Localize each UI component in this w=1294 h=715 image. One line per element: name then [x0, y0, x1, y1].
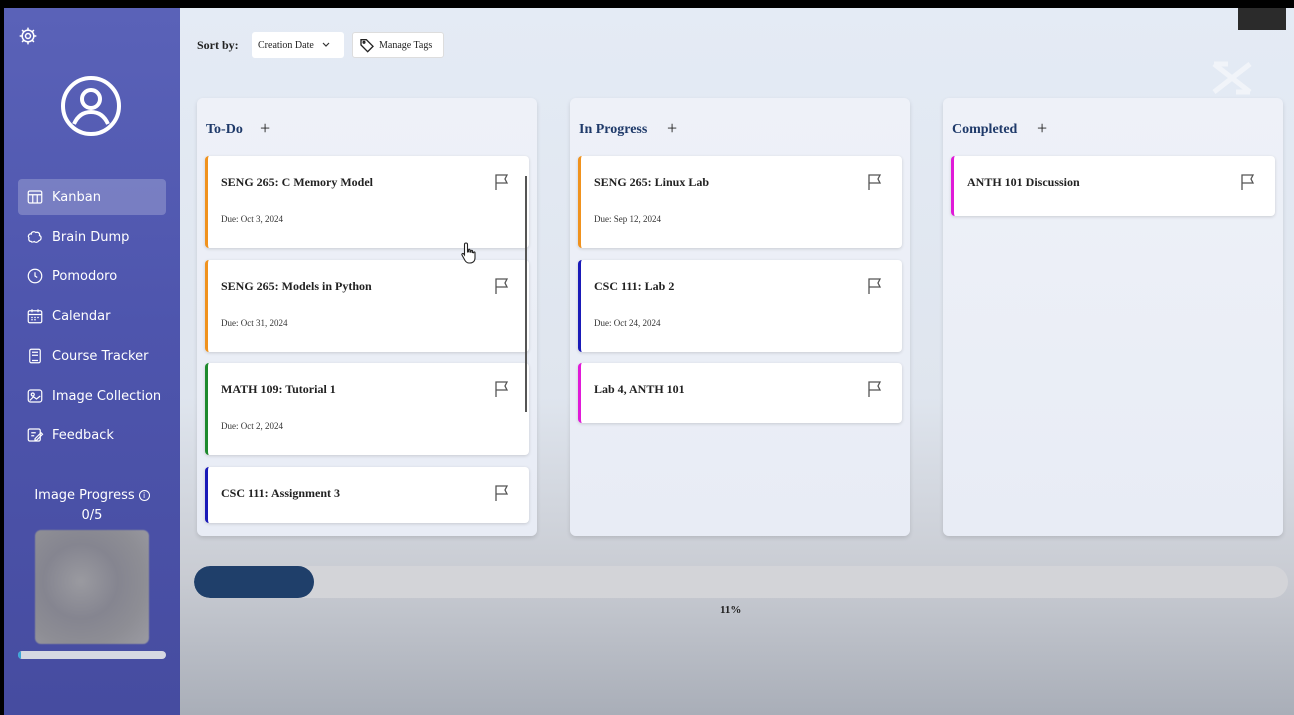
app-window: Kanban Brain Dump Pomodoro Calendar Cour…: [4, 8, 1294, 715]
flag-icon[interactable]: [494, 277, 510, 295]
card-due-date: Due: Oct 2, 2024: [221, 421, 283, 431]
brain-icon: [27, 231, 42, 243]
sidebar-item-label: Image Collection: [52, 388, 162, 404]
add-card-button[interactable]: +: [667, 118, 677, 139]
flag-icon[interactable]: [867, 380, 883, 398]
calendar-icon: [27, 309, 43, 324]
sort-select-value: Creation Date: [258, 39, 314, 51]
image-progress-bar: [18, 651, 166, 659]
tag-icon: [360, 39, 374, 53]
sidebar-item-brain-dump[interactable]: Brain Dump: [18, 219, 166, 255]
sidebar-item-kanban[interactable]: Kanban: [18, 179, 166, 215]
column-in-progress: In Progress + SENG 265: Linux Lab Due: S…: [570, 98, 910, 536]
task-card[interactable]: CSC 111: Lab 2 Due: Oct 24, 2024: [578, 260, 902, 352]
kanban-icon: [27, 190, 43, 204]
column-completed: Completed + ANTH 101 Discussion: [943, 98, 1283, 536]
card-due-date: Due: Oct 3, 2024: [221, 214, 283, 224]
add-card-button[interactable]: +: [260, 118, 270, 139]
task-card[interactable]: CSC 111: Assignment 3: [205, 467, 529, 523]
task-card[interactable]: ANTH 101 Discussion: [951, 156, 1275, 216]
card-title: CSC 111: Lab 2: [594, 279, 675, 293]
sort-select[interactable]: Creation Date: [252, 32, 344, 58]
sidebar-item-label: Course Tracker: [52, 348, 149, 364]
edit-icon: [27, 428, 44, 442]
sidebar-item-calendar[interactable]: Calendar: [18, 298, 166, 334]
flag-icon[interactable]: [494, 173, 510, 191]
book-icon: [29, 348, 41, 364]
column-todo: To-Do + SENG 265: C Memory Model Due: Oc…: [197, 98, 537, 536]
sidebar-item-label: Calendar: [52, 308, 111, 324]
sidebar-item-course-tracker[interactable]: Course Tracker: [18, 338, 166, 374]
column-title: Completed: [952, 122, 1018, 137]
sidebar-item-label: Pomodoro: [52, 268, 118, 284]
task-card[interactable]: SENG 265: Linux Lab Due: Sep 12, 2024: [578, 156, 902, 248]
sidebar-item-feedback[interactable]: Feedback: [18, 417, 166, 453]
hand-cursor-icon: [461, 242, 476, 264]
sidebar-item-label: Brain Dump: [52, 229, 130, 245]
sidebar-item-label: Kanban: [52, 189, 101, 205]
image-progress: Image Progress i 0/5: [4, 486, 180, 526]
task-card[interactable]: SENG 265: Models in Python Due: Oct 31, …: [205, 260, 529, 352]
overall-progress-fill: [194, 566, 315, 598]
overall-progress-percent: 11%: [720, 604, 742, 616]
image-progress-count: 0/5: [81, 508, 103, 523]
info-icon[interactable]: i: [138, 490, 150, 501]
card-title: MATH 109: Tutorial 1: [221, 382, 336, 396]
image-progress-fill: [18, 651, 21, 659]
flag-icon[interactable]: [494, 484, 510, 502]
sidebar-item-pomodoro[interactable]: Pomodoro: [18, 258, 166, 294]
flag-icon[interactable]: [1240, 173, 1256, 191]
sidebar-item-label: Feedback: [52, 427, 114, 443]
card-title: SENG 265: Linux Lab: [594, 175, 710, 189]
sidebar: Kanban Brain Dump Pomodoro Calendar Cour…: [4, 8, 180, 715]
clock-icon: [27, 268, 43, 284]
task-card[interactable]: Lab 4, ANTH 101: [578, 363, 902, 423]
column-title: To-Do: [206, 122, 243, 137]
image-icon: [27, 389, 43, 403]
card-title: ANTH 101 Discussion: [967, 175, 1080, 189]
blurred-image-preview: [35, 530, 149, 644]
card-title: SENG 265: C Memory Model: [221, 175, 373, 189]
user-avatar-icon[interactable]: [59, 74, 123, 138]
task-card[interactable]: SENG 265: C Memory Model Due: Oct 3, 202…: [205, 156, 529, 248]
gear-icon[interactable]: [18, 26, 38, 46]
task-card[interactable]: MATH 109: Tutorial 1 Due: Oct 2, 2024: [205, 363, 529, 455]
flag-icon[interactable]: [494, 380, 510, 398]
sort-label: Sort by:: [197, 38, 239, 52]
card-title: CSC 111: Assignment 3: [221, 486, 341, 500]
overall-progress-bar: [194, 566, 1288, 598]
manage-tags-label: Manage Tags: [379, 39, 433, 51]
image-progress-label: Image Progress: [34, 488, 135, 503]
manage-tags-button[interactable]: Manage Tags: [352, 32, 444, 58]
card-due-date: Due: Oct 31, 2024: [221, 318, 288, 328]
column-scrollbar[interactable]: [525, 176, 527, 412]
sidebar-item-image-collection[interactable]: Image Collection: [18, 378, 166, 414]
card-due-date: Due: Sep 12, 2024: [594, 214, 661, 224]
add-card-button[interactable]: +: [1037, 118, 1047, 139]
chevron-down-icon: [322, 42, 330, 47]
column-title: In Progress: [579, 122, 648, 137]
card-due-date: Due: Oct 24, 2024: [594, 318, 661, 328]
card-title: Lab 4, ANTH 101: [594, 382, 685, 396]
flag-icon[interactable]: [867, 277, 883, 295]
flag-icon[interactable]: [867, 173, 883, 191]
window-control[interactable]: [1238, 8, 1286, 30]
card-title: SENG 265: Models in Python: [221, 279, 372, 293]
watermark-logo: [1212, 61, 1252, 95]
